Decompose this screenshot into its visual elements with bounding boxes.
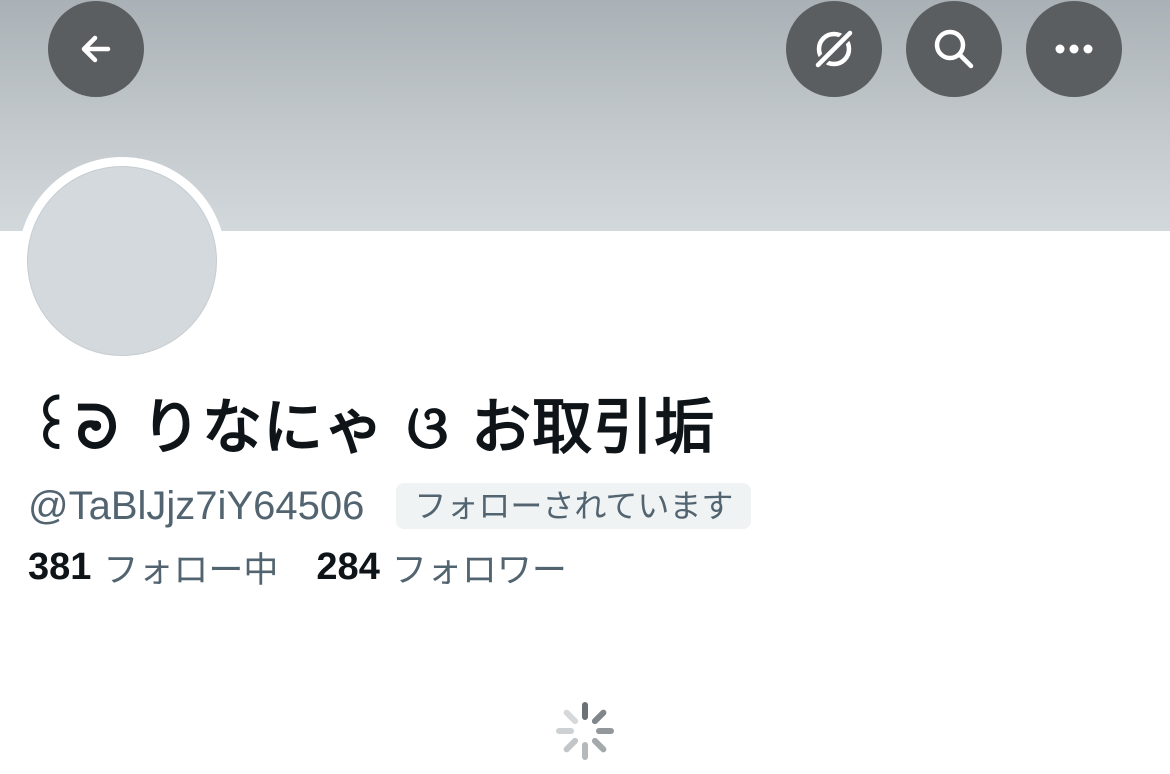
profile-page: ꒰ᘒ りなにゃ ଓ お取引垢 @TaBlJjz7iY64506 フォローされてい… (0, 0, 1170, 774)
display-name: ꒰ᘒ りなにゃ ଓ お取引垢 (28, 393, 716, 463)
followers-link[interactable]: 284 フォロワー (316, 542, 566, 593)
following-link[interactable]: 381 フォロー中 (28, 542, 278, 593)
following-count: 381 (28, 545, 92, 588)
more-button[interactable] (1026, 1, 1122, 97)
avatar[interactable] (27, 166, 217, 356)
back-button[interactable] (48, 1, 144, 97)
handle-row: @TaBlJjz7iY64506 フォローされています (28, 480, 752, 532)
search-button[interactable] (906, 1, 1002, 97)
loading-spinner-icon (556, 702, 614, 760)
arrow-left-icon (81, 35, 111, 63)
more-horizontal-icon (1055, 44, 1093, 54)
followers-label: フォロワー (391, 550, 567, 591)
user-handle: @TaBlJjz7iY64506 (28, 483, 365, 528)
followers-count: 284 (316, 545, 380, 588)
follows-you-badge: フォローされています (396, 483, 752, 529)
search-icon (934, 29, 974, 69)
translate-button[interactable] (786, 1, 882, 97)
following-label: フォロー中 (103, 550, 279, 591)
follow-stats: 381 フォロー中 284 フォロワー (28, 542, 567, 592)
translate-icon (811, 26, 857, 72)
